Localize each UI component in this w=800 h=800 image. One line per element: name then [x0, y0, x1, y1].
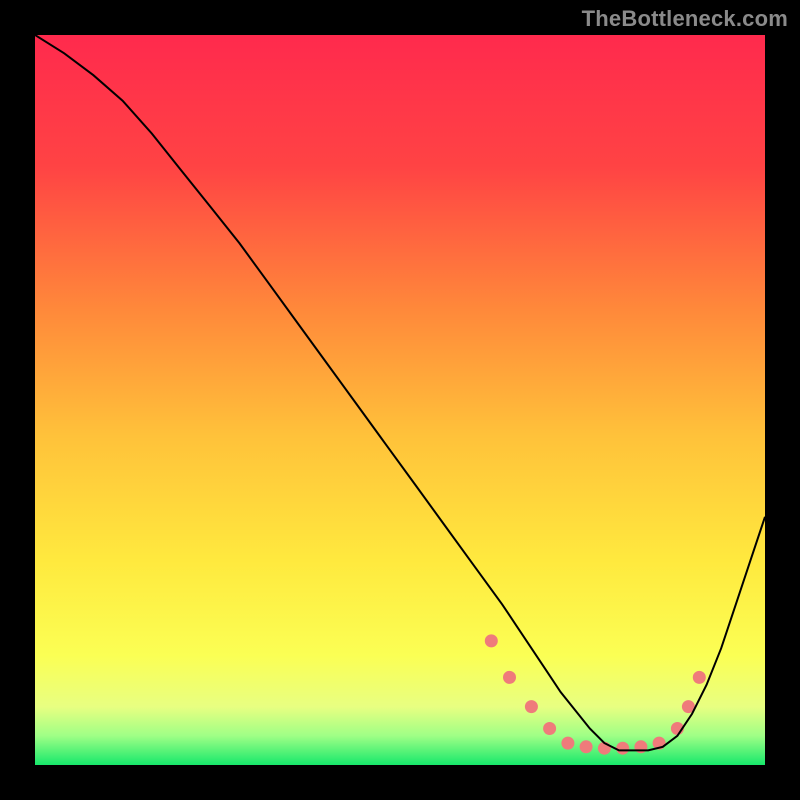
highlight-dot [580, 740, 593, 753]
highlight-dot [525, 700, 538, 713]
highlight-dot [561, 737, 574, 750]
highlight-dot [693, 671, 706, 684]
chart-area [35, 35, 765, 765]
highlight-dot [616, 742, 629, 755]
chart-background [35, 35, 765, 765]
watermark-text: TheBottleneck.com [582, 6, 788, 32]
highlight-dot [503, 671, 516, 684]
highlight-dot [485, 634, 498, 647]
outer-frame: TheBottleneck.com [0, 0, 800, 800]
highlight-dot [543, 722, 556, 735]
chart-svg [35, 35, 765, 765]
